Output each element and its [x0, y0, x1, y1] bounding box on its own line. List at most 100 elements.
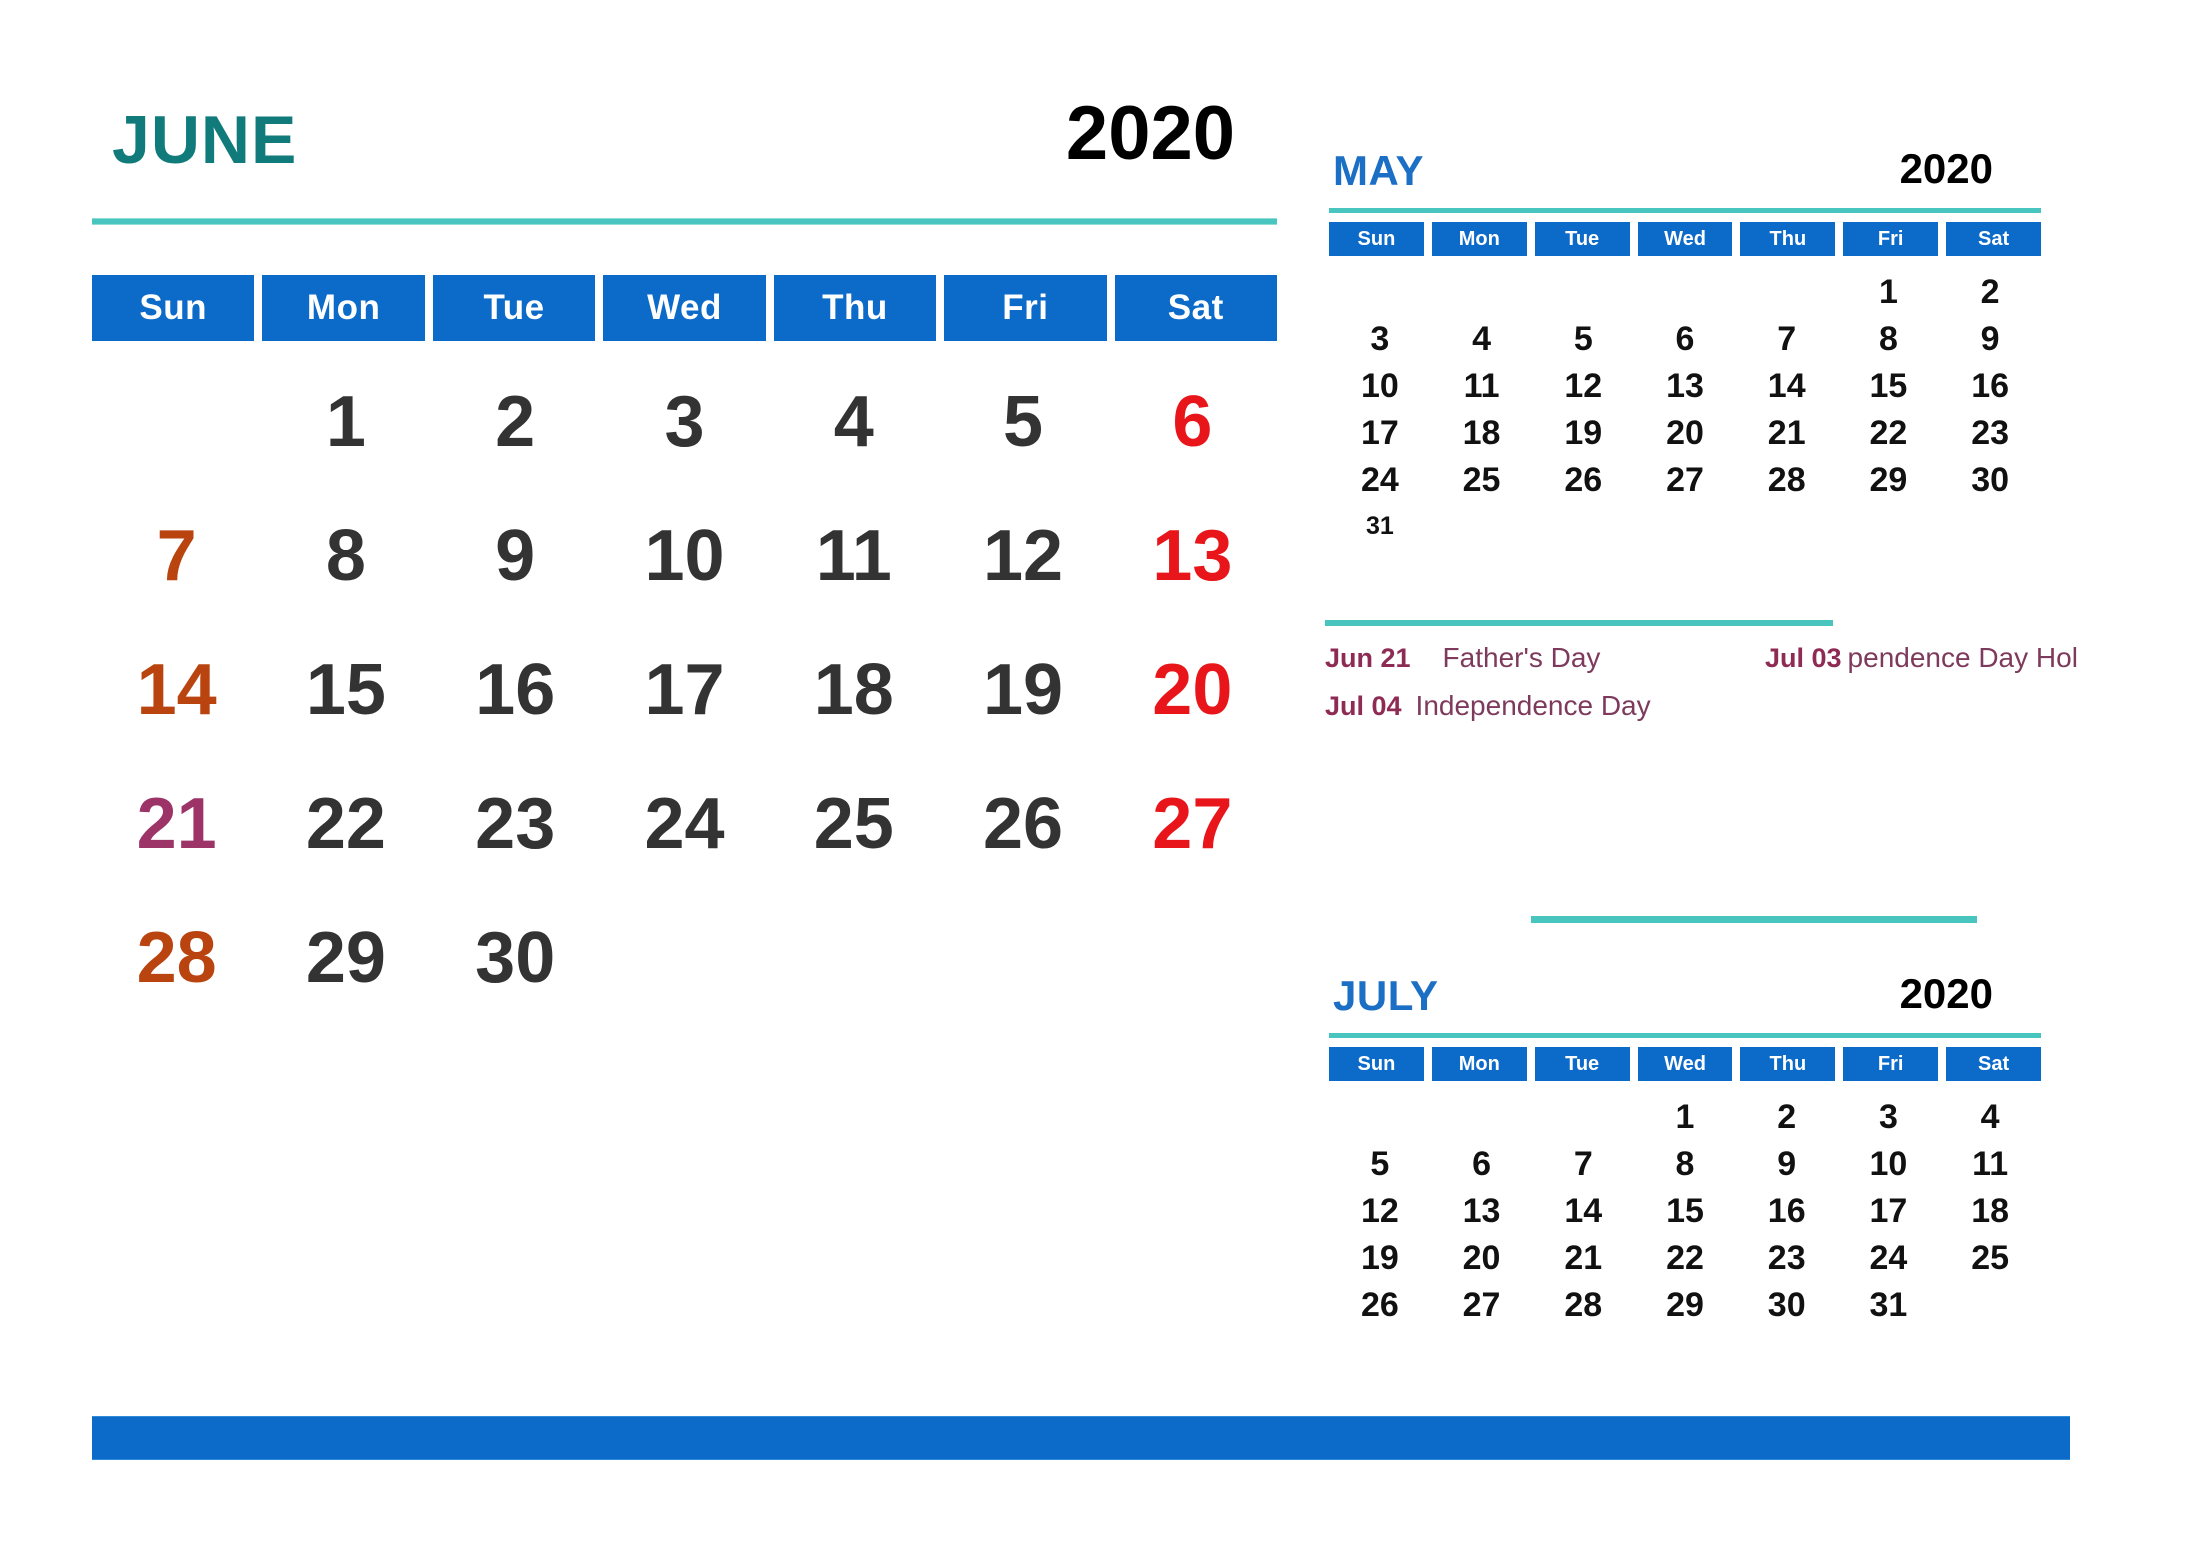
day-cell[interactable]: 22 — [1634, 1234, 1736, 1281]
day-cell[interactable]: 18 — [1431, 409, 1533, 456]
day-cell[interactable]: 21 — [1736, 409, 1838, 456]
day-cell[interactable]: 26 — [1532, 456, 1634, 503]
day-cell[interactable]: 3 — [1838, 1093, 1940, 1140]
day-cell[interactable]: 9 — [431, 489, 600, 623]
day-cell[interactable]: 14 — [92, 623, 261, 757]
day-cell[interactable]: 31 — [1329, 503, 1431, 550]
day-cell[interactable]: 24 — [600, 757, 769, 891]
day-cell[interactable]: 7 — [1532, 1140, 1634, 1187]
day-cell[interactable]: 28 — [1532, 1281, 1634, 1328]
day-cell[interactable]: 24 — [1838, 1234, 1940, 1281]
day-cell[interactable]: 18 — [769, 623, 938, 757]
day-cell[interactable]: 10 — [1329, 362, 1431, 409]
day-cell[interactable]: 28 — [92, 891, 261, 1025]
day-cell[interactable]: 30 — [431, 891, 600, 1025]
day-cell[interactable]: 25 — [1939, 1234, 2041, 1281]
day-cell[interactable]: 5 — [1532, 315, 1634, 362]
day-cell[interactable]: 17 — [1838, 1187, 1940, 1234]
day-cell[interactable]: 9 — [1939, 315, 2041, 362]
day-cell[interactable]: 11 — [1939, 1140, 2041, 1187]
day-cell[interactable]: 30 — [1736, 1281, 1838, 1328]
day-cell[interactable]: 20 — [1431, 1234, 1533, 1281]
day-cell[interactable]: 29 — [1838, 456, 1940, 503]
day-cell-empty — [769, 891, 938, 1025]
day-cell[interactable]: 23 — [431, 757, 600, 891]
day-cell[interactable]: 10 — [600, 489, 769, 623]
day-cell[interactable]: 6 — [1634, 315, 1736, 362]
day-cell[interactable]: 3 — [600, 355, 769, 489]
day-cell[interactable]: 2 — [1736, 1093, 1838, 1140]
day-cell[interactable]: 7 — [1736, 315, 1838, 362]
day-cell[interactable]: 9 — [1736, 1140, 1838, 1187]
main-weekday-sun: Sun — [92, 275, 255, 341]
day-cell[interactable]: 19 — [938, 623, 1107, 757]
day-cell[interactable]: 16 — [1939, 362, 2041, 409]
mini-may-weekday-wed: Wed — [1637, 222, 1733, 256]
day-cell[interactable]: 21 — [92, 757, 261, 891]
day-cell[interactable]: 27 — [1634, 456, 1736, 503]
day-cell[interactable]: 8 — [1634, 1140, 1736, 1187]
day-cell[interactable]: 18 — [1939, 1187, 2041, 1234]
day-cell[interactable]: 25 — [769, 757, 938, 891]
day-cell[interactable]: 6 — [1108, 355, 1277, 489]
day-cell[interactable]: 23 — [1736, 1234, 1838, 1281]
day-cell[interactable]: 29 — [261, 891, 430, 1025]
day-cell[interactable]: 17 — [1329, 409, 1431, 456]
day-cell[interactable]: 4 — [769, 355, 938, 489]
day-cell[interactable]: 19 — [1329, 1234, 1431, 1281]
day-cell[interactable]: 1 — [1838, 268, 1940, 315]
day-cell[interactable]: 26 — [1329, 1281, 1431, 1328]
day-cell[interactable]: 12 — [1329, 1187, 1431, 1234]
day-cell[interactable]: 24 — [1329, 456, 1431, 503]
day-cell[interactable]: 10 — [1838, 1140, 1940, 1187]
day-cell[interactable]: 7 — [92, 489, 261, 623]
day-cell[interactable]: 6 — [1431, 1140, 1533, 1187]
day-cell[interactable]: 16 — [1736, 1187, 1838, 1234]
day-cell[interactable]: 11 — [769, 489, 938, 623]
day-cell[interactable]: 15 — [1634, 1187, 1736, 1234]
day-cell[interactable]: 28 — [1736, 456, 1838, 503]
day-cell[interactable]: 13 — [1634, 362, 1736, 409]
day-cell[interactable]: 1 — [1634, 1093, 1736, 1140]
day-cell[interactable]: 13 — [1431, 1187, 1533, 1234]
day-cell[interactable]: 2 — [1939, 268, 2041, 315]
day-cell[interactable]: 5 — [1329, 1140, 1431, 1187]
mini-july-weekday-sun: Sun — [1329, 1047, 1424, 1081]
calendar-page: JUNE 2020 Sun Mon Tue Wed Thu Fri Sat 12… — [0, 0, 2185, 1543]
day-cell[interactable]: 26 — [938, 757, 1107, 891]
day-cell[interactable]: 22 — [261, 757, 430, 891]
day-cell[interactable]: 31 — [1838, 1281, 1940, 1328]
day-cell[interactable]: 1 — [261, 355, 430, 489]
day-cell[interactable]: 29 — [1634, 1281, 1736, 1328]
day-cell[interactable]: 23 — [1939, 409, 2041, 456]
day-cell[interactable]: 17 — [600, 623, 769, 757]
day-cell[interactable]: 27 — [1108, 757, 1277, 891]
day-cell-empty — [1736, 268, 1838, 315]
day-cell[interactable]: 5 — [938, 355, 1107, 489]
main-weekday-header-row: Sun Mon Tue Wed Thu Fri Sat — [92, 275, 1277, 341]
day-cell[interactable]: 4 — [1939, 1093, 2041, 1140]
day-cell[interactable]: 14 — [1532, 1187, 1634, 1234]
day-cell[interactable]: 11 — [1431, 362, 1533, 409]
day-cell[interactable]: 3 — [1329, 315, 1431, 362]
day-cell[interactable]: 2 — [431, 355, 600, 489]
day-cell[interactable]: 8 — [261, 489, 430, 623]
day-cell[interactable]: 19 — [1532, 409, 1634, 456]
day-cell[interactable]: 4 — [1431, 315, 1533, 362]
day-cell[interactable]: 13 — [1108, 489, 1277, 623]
day-cell[interactable]: 20 — [1108, 623, 1277, 757]
day-cell[interactable]: 27 — [1431, 1281, 1533, 1328]
day-cell[interactable]: 8 — [1838, 315, 1940, 362]
day-cell[interactable]: 15 — [261, 623, 430, 757]
day-cell[interactable]: 22 — [1838, 409, 1940, 456]
day-cell[interactable]: 12 — [938, 489, 1107, 623]
day-cell[interactable]: 30 — [1939, 456, 2041, 503]
day-cell[interactable]: 12 — [1532, 362, 1634, 409]
day-cell[interactable]: 15 — [1838, 362, 1940, 409]
day-cell-empty — [1431, 1093, 1533, 1140]
day-cell[interactable]: 16 — [431, 623, 600, 757]
day-cell[interactable]: 20 — [1634, 409, 1736, 456]
day-cell[interactable]: 21 — [1532, 1234, 1634, 1281]
day-cell[interactable]: 25 — [1431, 456, 1533, 503]
day-cell[interactable]: 14 — [1736, 362, 1838, 409]
